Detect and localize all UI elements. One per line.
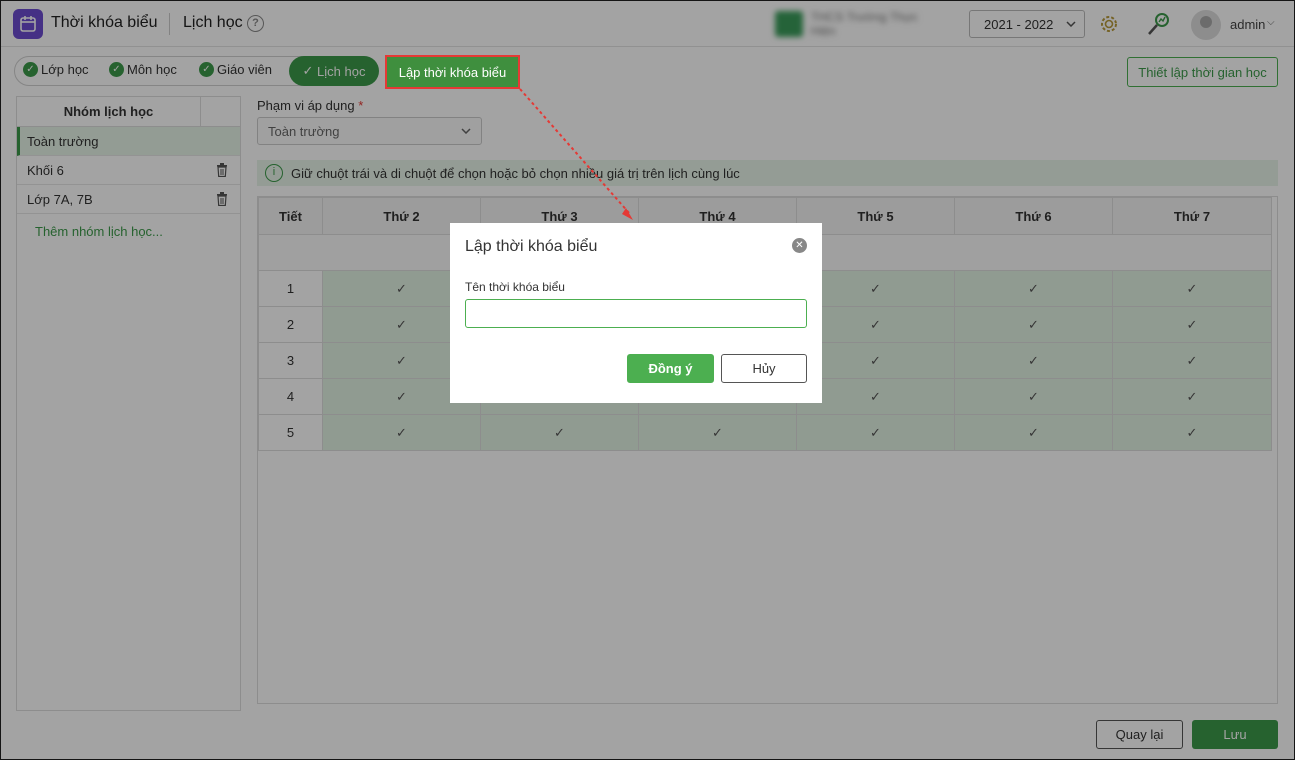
timetable-name-label: Tên thời khóa biểu: [465, 280, 565, 294]
create-timetable-dialog: Lập thời khóa biểu ✕ Tên thời khóa biểu …: [450, 223, 822, 403]
timetable-name-input[interactable]: [465, 299, 807, 328]
close-icon[interactable]: ✕: [792, 238, 807, 253]
confirm-button[interactable]: Đồng ý: [627, 354, 714, 383]
create-timetable-button-highlight[interactable]: Lập thời khóa biểu: [385, 55, 520, 89]
dialog-title: Lập thời khóa biểu: [465, 238, 598, 255]
cancel-button[interactable]: Hủy: [721, 354, 807, 383]
